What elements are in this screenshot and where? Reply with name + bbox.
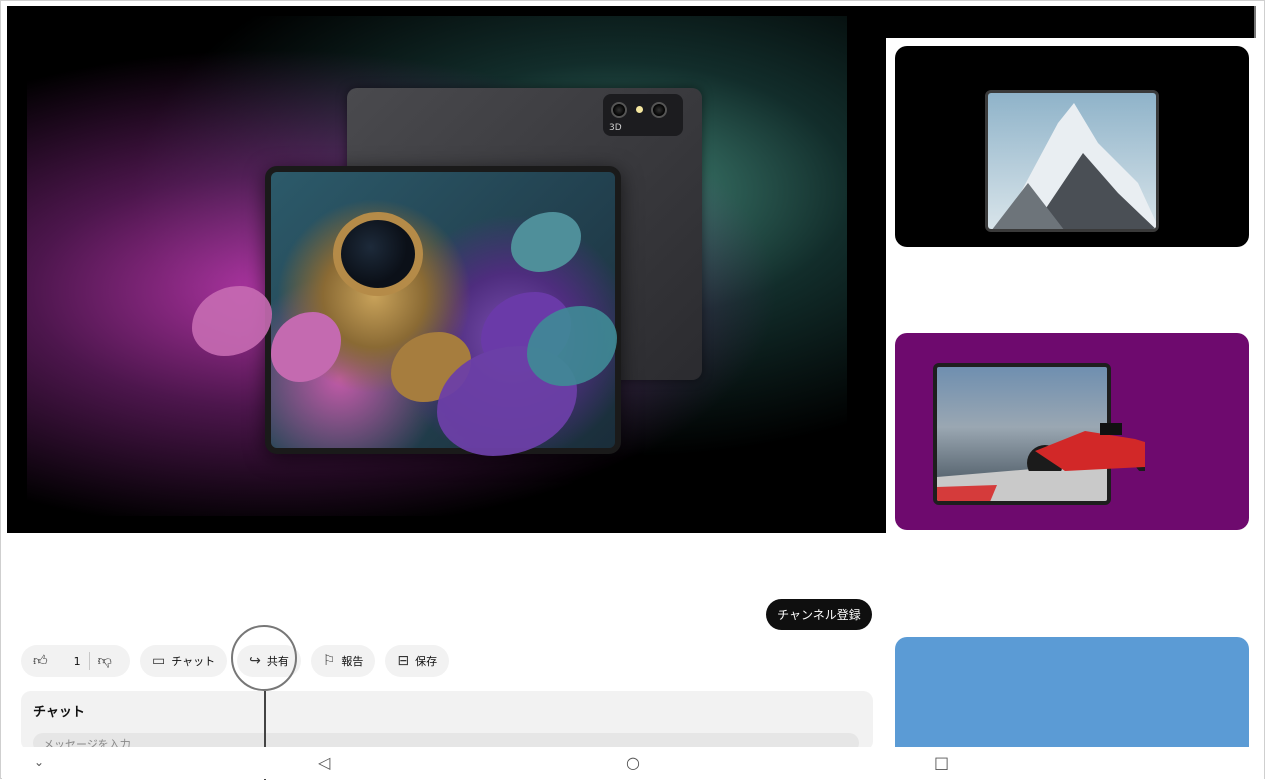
back-triangle-icon[interactable]: ◁	[318, 753, 330, 772]
system-nav-bar: ⌄ ◁ ○ □	[2, 747, 1264, 779]
save-button-label: 保存	[415, 655, 438, 668]
app-window: 3D チャンネル登録 👍︎ 1 👎︎ ▭ チャット ↪ 共有 ⚐ 報告 ⊟ 保存…	[0, 0, 1265, 780]
chat-button[interactable]: ▭ チャット	[140, 645, 228, 677]
leaf	[511, 212, 581, 272]
chat-panel: チャット メッセージを入力	[21, 691, 873, 753]
thumbs-up-icon[interactable]: 👍︎	[33, 654, 48, 668]
video-player[interactable]: 3D	[7, 6, 886, 533]
camera-lens	[611, 102, 627, 118]
subscribe-button[interactable]: チャンネル登録	[766, 599, 872, 630]
mountain-image	[992, 103, 1156, 229]
report-button[interactable]: ⚐ 報告	[310, 645, 376, 677]
like-dislike-group: 👍︎ 1 👎︎	[21, 645, 130, 677]
camera-flash	[636, 106, 643, 113]
recommended-video-thumbnail[interactable]	[895, 637, 1249, 747]
astronaut-helmet	[333, 212, 423, 296]
flag-icon: ⚐	[322, 653, 336, 669]
recommended-video-thumbnail[interactable]	[895, 46, 1249, 247]
recents-square-icon[interactable]: □	[934, 753, 949, 772]
camera-module: 3D	[603, 94, 683, 136]
camera-lens	[651, 102, 667, 118]
chevron-down-icon[interactable]: ⌄	[34, 755, 44, 769]
report-button-label: 報告	[341, 655, 364, 668]
save-button[interactable]: ⊟ 保存	[385, 645, 450, 677]
camera-label: 3D	[609, 123, 622, 133]
save-icon: ⊟	[397, 653, 410, 669]
divider	[88, 652, 90, 670]
race-car-image	[1027, 423, 1145, 471]
thumbs-down-icon[interactable]: 👎︎	[98, 654, 112, 668]
chat-title: チャット	[33, 705, 85, 720]
home-circle-icon[interactable]: ○	[626, 753, 640, 772]
chat-button-label: チャット	[171, 655, 216, 668]
like-count: 1	[73, 654, 81, 668]
flower-petal	[271, 312, 341, 382]
chat-icon: ▭	[152, 653, 166, 669]
mountain-tablet-image	[985, 90, 1159, 232]
highlight-circle	[231, 625, 297, 691]
recommended-video-thumbnail[interactable]	[895, 333, 1249, 530]
